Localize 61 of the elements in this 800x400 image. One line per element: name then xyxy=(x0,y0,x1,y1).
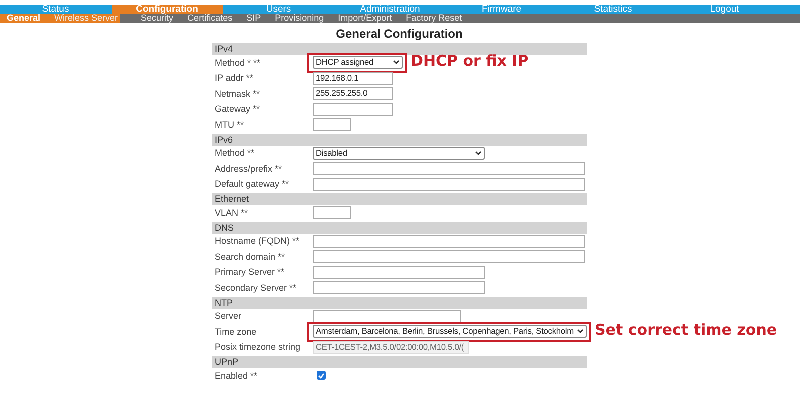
input-field[interactable] xyxy=(313,281,485,294)
caret-icon xyxy=(577,329,584,334)
checkbox[interactable] xyxy=(317,371,326,380)
section-header: IPv6 xyxy=(212,134,587,146)
nav-tab[interactable]: Firmware xyxy=(446,5,558,14)
form-title: General Configuration xyxy=(335,26,464,42)
nav-tab[interactable]: Configuration xyxy=(112,5,223,14)
section-header: DNS xyxy=(212,222,587,234)
field-label: Method ** xyxy=(214,148,256,158)
section-header: UPnP xyxy=(212,356,587,368)
input-field[interactable] xyxy=(313,234,585,248)
field-label: Time zone xyxy=(214,326,258,337)
section-header: IPv4 xyxy=(212,43,587,55)
field-label: MTU ** xyxy=(214,120,245,130)
field-label: IP addr ** xyxy=(214,73,254,84)
section-header: Ethernet xyxy=(212,193,587,205)
field-label: Netmask ** xyxy=(214,88,262,99)
subnav-tab[interactable]: SIP xyxy=(240,14,268,23)
subnav-tab[interactable]: Certificates xyxy=(180,14,240,23)
dropdown[interactable]: Disabled xyxy=(313,146,485,160)
caret-icon xyxy=(393,60,400,66)
subnav-tab[interactable]: Import/Export xyxy=(331,14,400,23)
field-label: Posix timezone string xyxy=(214,342,302,352)
input-field[interactable] xyxy=(313,162,585,176)
field-label: Search domain ** xyxy=(214,252,286,262)
input-field[interactable] xyxy=(313,206,351,220)
field-label: Default gateway ** xyxy=(214,179,290,190)
caret-icon xyxy=(475,150,482,156)
field-label: Address/prefix ** xyxy=(214,164,284,174)
input-field[interactable] xyxy=(313,102,393,116)
field-label: Secondary Server ** xyxy=(214,282,298,293)
annotation-text: DHCP or fix IP xyxy=(411,52,529,70)
subnav-tab[interactable]: Factory Reset xyxy=(399,14,470,23)
nav-tab[interactable]: Logout xyxy=(669,5,780,14)
input-field[interactable] xyxy=(313,250,585,264)
input-field[interactable] xyxy=(313,118,351,132)
field-label: Enabled ** xyxy=(214,370,259,381)
nav-tab[interactable]: Administration xyxy=(334,5,446,14)
annotation-text: Set correct time zone xyxy=(595,321,778,339)
input-field[interactable] xyxy=(313,266,485,279)
input-field[interactable] xyxy=(313,178,585,191)
input-field[interactable]: 255.255.255.0 xyxy=(313,87,393,100)
nav-tab[interactable]: Users xyxy=(223,5,334,14)
field-label: Hostname (FQDN) ** xyxy=(214,236,301,246)
field-label: VLAN ** xyxy=(214,208,250,218)
subnav-tab[interactable]: General xyxy=(0,14,48,23)
readonly-field: CET-1CEST-2,M3.5.0/02:00:00,M10.5.0/( xyxy=(313,340,469,354)
field-label: Primary Server ** xyxy=(214,267,286,278)
nav-tab[interactable]: Status xyxy=(0,5,112,14)
subnav-tab[interactable]: Provisioning xyxy=(268,14,332,23)
input-field[interactable]: 192.168.0.1 xyxy=(313,72,393,85)
dropdown[interactable]: Amsterdam, Barcelona, Berlin, Brussels, Copenhagen, Paris, Stockholm xyxy=(313,325,587,338)
dropdown[interactable]: DHCP assigned xyxy=(313,56,403,70)
nav-tab[interactable]: Statistics xyxy=(558,5,669,14)
field-label: Method * ** xyxy=(214,58,262,68)
subnav-tab[interactable]: Security xyxy=(134,14,181,23)
field-label: Server xyxy=(214,311,243,322)
field-label: Gateway ** xyxy=(214,104,262,114)
subnav-tab[interactable]: Wireless Server xyxy=(48,14,126,23)
input-field[interactable] xyxy=(313,310,461,323)
section-header: NTP xyxy=(212,296,587,308)
